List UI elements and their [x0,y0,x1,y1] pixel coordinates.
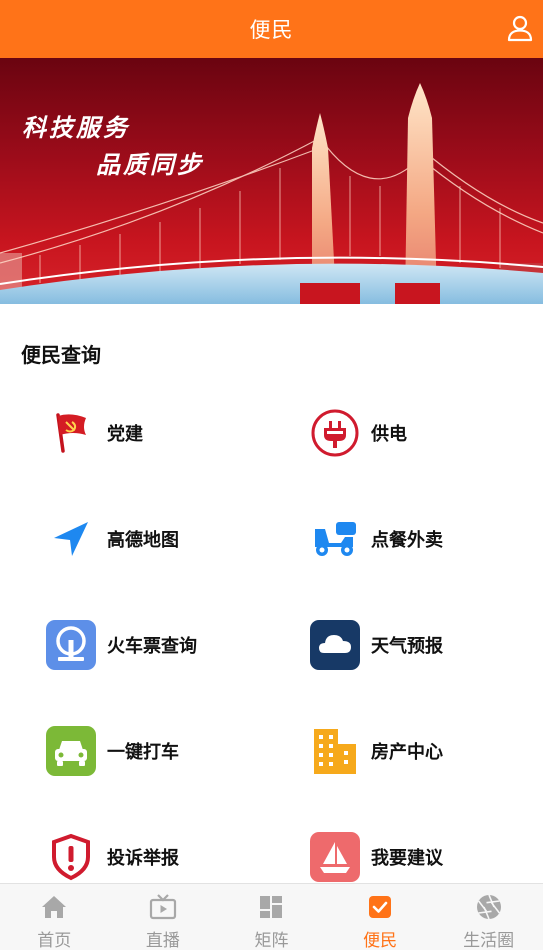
nav-item-home[interactable]: 首页 [0,884,109,950]
warning-shield-icon [46,832,96,882]
top-header: 便民 [0,0,543,58]
service-label: 投诉举报 [107,848,179,869]
service-label: 党建 [107,424,143,445]
aperture-icon [474,892,504,922]
service-item-power[interactable]: 供电 [310,405,540,461]
service-label: 一键打车 [107,742,179,763]
building-icon [310,726,360,776]
page-title: 便民 [249,18,294,42]
service-item-suggestion[interactable]: 我要建议 [310,829,540,885]
section-title: 便民查询 [21,343,101,367]
service-item-complaint[interactable]: 投诉举报 [46,829,276,885]
nav-item-matrix[interactable]: 矩阵 [217,884,326,950]
service-item-takeout[interactable]: 点餐外卖 [310,511,540,567]
service-label: 高德地图 [107,530,179,551]
car-icon [46,726,96,776]
tv-icon [148,892,178,922]
bottom-nav: 首页 直播 矩阵 便民 生活圈 [0,883,543,950]
grid-icon [256,892,286,922]
nav-label: 首页 [37,931,72,950]
party-flag-icon [46,408,96,458]
nav-item-life-circle[interactable]: 生活圈 [434,884,543,950]
nav-item-convenience[interactable]: 便民 [326,884,435,950]
nav-label: 生活圈 [463,931,515,950]
service-label: 天气预报 [371,636,443,657]
service-item-amap[interactable]: 高德地图 [46,511,276,567]
service-item-taxi[interactable]: 一键打车 [46,723,276,779]
cloud-icon [310,620,360,670]
service-label: 房产中心 [371,742,443,763]
delivery-scooter-icon [310,514,360,564]
user-icon[interactable] [505,13,535,43]
service-label: 我要建议 [371,848,443,869]
service-item-party[interactable]: 党建 [46,405,276,461]
service-label: 点餐外卖 [371,530,443,551]
nav-label: 矩阵 [254,931,289,950]
navigation-arrow-icon [46,514,96,564]
service-label: 火车票查询 [107,636,197,657]
nav-label: 便民 [363,931,398,950]
nav-item-live[interactable]: 直播 [109,884,218,950]
power-plug-icon [310,408,360,458]
banner-slogan-line2: 品质同步 [96,150,204,179]
suggestion-boat-icon [310,832,360,882]
app-root: 便民 科技服务 品质同步 便民查询 党建 供电 高德地图 点餐外卖 火车票查询 … [0,0,543,950]
checkbox-icon [365,892,395,922]
service-item-weather[interactable]: 天气预报 [310,617,540,673]
service-item-real-estate[interactable]: 房产中心 [310,723,540,779]
service-label: 供电 [371,424,407,445]
railway-logo-icon [46,620,96,670]
banner-slogan-line1: 科技服务 [22,113,130,142]
banner-image[interactable]: 科技服务 品质同步 [0,58,543,304]
service-item-train-ticket[interactable]: 火车票查询 [46,617,276,673]
home-icon [39,892,69,922]
nav-label: 直播 [145,931,180,950]
